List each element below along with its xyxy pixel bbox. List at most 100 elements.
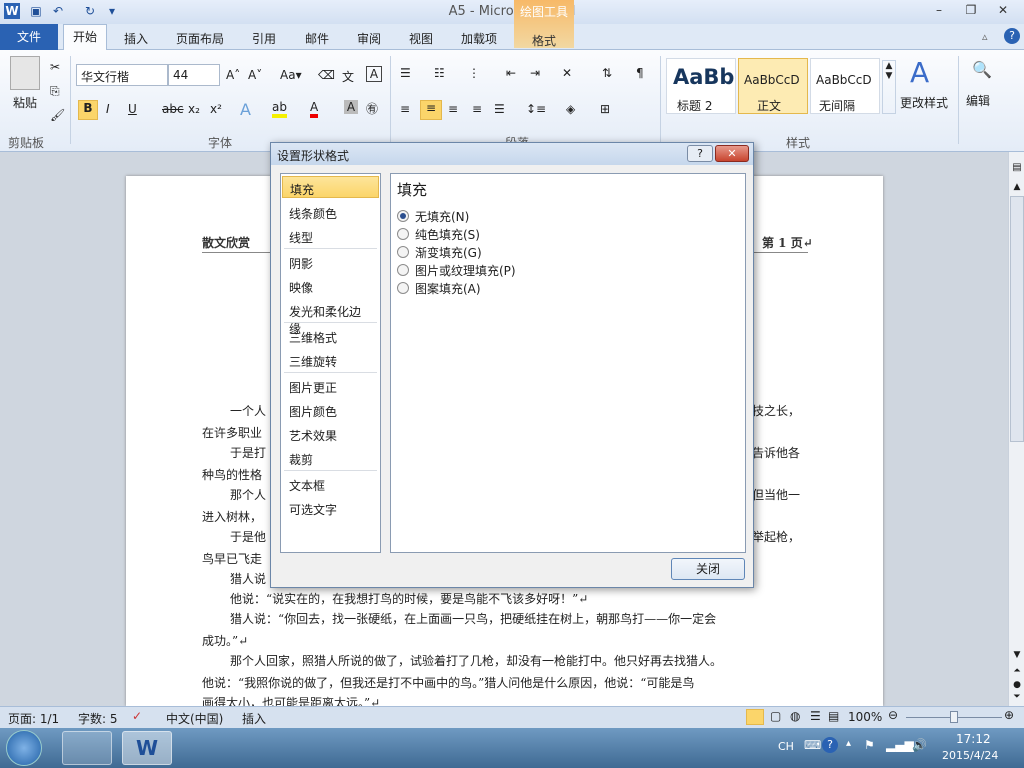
full-screen-view-icon[interactable]: ▢ bbox=[770, 709, 781, 723]
phonetic-icon[interactable]: 文 bbox=[342, 68, 354, 85]
scroll-up-icon[interactable]: ▲ bbox=[1011, 182, 1023, 194]
scroll-thumb[interactable] bbox=[1010, 196, 1024, 442]
distribute-icon[interactable]: ☰ bbox=[494, 102, 505, 116]
nav-fill[interactable]: 填充 bbox=[282, 176, 379, 198]
zoom-slider-thumb[interactable] bbox=[950, 711, 958, 723]
keyboard-icon[interactable]: ⌨ bbox=[804, 738, 821, 752]
nav-shadow[interactable]: 阴影 bbox=[282, 251, 379, 273]
style-normal[interactable]: AaBbCcD 正文 bbox=[738, 58, 808, 114]
dialog-title-bar[interactable]: 设置形状格式 ? ✕ bbox=[271, 143, 753, 165]
clear-format-icon[interactable]: ⌫ bbox=[318, 68, 335, 82]
borders-icon[interactable]: ⊞ bbox=[600, 102, 610, 116]
align-left-icon[interactable]: ≡ bbox=[400, 102, 410, 116]
align-right-icon[interactable]: ≡ bbox=[448, 102, 458, 116]
tab-addins[interactable]: 加载项 bbox=[461, 30, 497, 47]
tab-mailings[interactable]: 邮件 bbox=[305, 30, 329, 47]
font-color-icon[interactable]: A bbox=[310, 100, 319, 118]
nav-crop[interactable]: 裁剪 bbox=[282, 447, 379, 469]
tab-page-layout[interactable]: 页面布局 bbox=[176, 30, 224, 47]
tray-expand-icon[interactable]: ▴ bbox=[846, 738, 851, 749]
dialog-close-button[interactable]: 关闭 bbox=[671, 558, 745, 580]
explorer-taskbar-icon[interactable] bbox=[62, 731, 112, 765]
volume-icon[interactable]: 🔊 bbox=[912, 738, 927, 752]
edit-button[interactable]: 编辑 bbox=[966, 92, 990, 109]
char-shading-icon[interactable]: A bbox=[344, 100, 358, 114]
align-center-icon[interactable]: ≡ bbox=[420, 100, 442, 120]
network-icon[interactable]: ▂▄▆ bbox=[886, 738, 914, 752]
next-page-icon[interactable]: ⏷ bbox=[1011, 692, 1023, 704]
bullets-icon[interactable]: ☰ bbox=[400, 66, 411, 80]
nav-line-style[interactable]: 线型 bbox=[282, 225, 379, 247]
zoom-out-icon[interactable]: ⊖ bbox=[888, 708, 898, 722]
tab-home[interactable]: 开始 bbox=[63, 24, 107, 51]
zoom-in-icon[interactable]: ⊕ bbox=[1004, 708, 1014, 722]
ruler-toggle-icon[interactable]: ▤ bbox=[1011, 162, 1023, 174]
tab-file[interactable]: 文件 bbox=[0, 24, 58, 50]
highlight-icon[interactable]: ab bbox=[272, 100, 287, 118]
start-button[interactable] bbox=[6, 730, 42, 766]
font-name-combo[interactable]: 华文行楷 bbox=[76, 64, 168, 86]
word-taskbar-icon[interactable]: W bbox=[122, 731, 172, 765]
radio-pattern-fill[interactable] bbox=[397, 282, 409, 294]
change-case-icon[interactable]: Aa▾ bbox=[280, 68, 302, 82]
change-styles-button[interactable]: 更改样式 bbox=[900, 94, 948, 111]
radio-gradient-fill[interactable] bbox=[397, 246, 409, 258]
status-page[interactable]: 页面: 1/1 bbox=[8, 710, 59, 727]
nav-3d-format[interactable]: 三维格式 bbox=[282, 325, 379, 347]
italic-button[interactable]: I bbox=[106, 102, 110, 116]
subscript-button[interactable]: x₂ bbox=[188, 102, 200, 116]
nav-reflection[interactable]: 映像 bbox=[282, 275, 379, 297]
help-icon[interactable]: ? bbox=[1004, 28, 1020, 44]
web-layout-view-icon[interactable]: ◍ bbox=[790, 709, 800, 723]
find-icon[interactable]: 🔍 bbox=[972, 60, 992, 79]
nav-3d-rotation[interactable]: 三维旋转 bbox=[282, 349, 379, 371]
tab-review[interactable]: 审阅 bbox=[357, 30, 381, 47]
scroll-down-icon[interactable]: ▼ bbox=[1011, 650, 1023, 662]
radio-picture-texture-fill[interactable] bbox=[397, 264, 409, 276]
increase-indent-icon[interactable]: ⇥ bbox=[530, 66, 540, 80]
cut-icon[interactable]: ✂ bbox=[50, 60, 60, 74]
status-words[interactable]: 字数: 5 bbox=[78, 710, 118, 727]
clock-date[interactable]: 2015/4/24 bbox=[942, 749, 998, 762]
text-effects-icon[interactable]: A bbox=[240, 100, 251, 119]
clock-time[interactable]: 17:12 bbox=[956, 732, 991, 746]
dialog-close-x-button[interactable]: ✕ bbox=[715, 145, 749, 162]
vertical-scrollbar[interactable]: ▤ ▲ ▼ ⏶ ● ⏷ bbox=[1008, 152, 1024, 706]
chinese-layout-icon[interactable]: ✕ bbox=[562, 66, 572, 80]
underline-button[interactable]: U bbox=[128, 102, 137, 116]
status-insert-mode[interactable]: 插入 bbox=[242, 710, 266, 727]
outline-view-icon[interactable]: ☰ bbox=[810, 709, 821, 723]
label-pattern-fill[interactable]: 图案填充(A) bbox=[415, 280, 481, 297]
proofing-icon[interactable]: ✓ bbox=[132, 709, 142, 723]
font-size-combo[interactable]: 44 bbox=[168, 64, 220, 86]
nav-artistic-effects[interactable]: 艺术效果 bbox=[282, 423, 379, 445]
enclose-char-icon[interactable]: ㊒ bbox=[366, 100, 378, 117]
superscript-button[interactable]: x² bbox=[210, 102, 222, 116]
label-gradient-fill[interactable]: 渐变填充(G) bbox=[415, 244, 482, 261]
nav-text-box[interactable]: 文本框 bbox=[282, 473, 379, 495]
tab-view[interactable]: 视图 bbox=[409, 30, 433, 47]
nav-picture-corrections[interactable]: 图片更正 bbox=[282, 375, 379, 397]
prev-page-icon[interactable]: ⏶ bbox=[1011, 666, 1023, 678]
status-language[interactable]: 中文(中国) bbox=[166, 710, 223, 727]
zoom-level[interactable]: 100% bbox=[848, 710, 882, 724]
close-window-button[interactable]: ✕ bbox=[988, 0, 1018, 20]
nav-glow-soft-edges[interactable]: 发光和柔化边缘 bbox=[282, 299, 379, 336]
minimize-ribbon-icon[interactable]: ▵ bbox=[982, 30, 988, 43]
radio-solid-fill[interactable] bbox=[397, 228, 409, 240]
label-no-fill[interactable]: 无填充(N) bbox=[415, 208, 469, 225]
numbering-icon[interactable]: ☷ bbox=[434, 66, 445, 80]
ime-help-icon[interactable]: ? bbox=[822, 737, 838, 753]
radio-no-fill[interactable] bbox=[397, 210, 409, 222]
action-center-icon[interactable]: ⚑ bbox=[864, 738, 875, 752]
label-solid-fill[interactable]: 纯色填充(S) bbox=[415, 226, 480, 243]
tab-format[interactable]: 格式 bbox=[514, 32, 574, 49]
styles-gallery-scroll[interactable]: ▲ ▼ bbox=[882, 60, 896, 114]
bold-button[interactable]: B bbox=[78, 100, 98, 120]
style-heading2[interactable]: AaBb 标题 2 bbox=[666, 58, 736, 114]
browse-object-icon[interactable]: ● bbox=[1011, 680, 1023, 692]
style-no-spacing[interactable]: AaBbCcD 无间隔 bbox=[810, 58, 880, 114]
minimize-button[interactable]: – bbox=[924, 0, 954, 20]
paste-icon[interactable] bbox=[10, 56, 40, 90]
decrease-indent-icon[interactable]: ⇤ bbox=[506, 66, 516, 80]
